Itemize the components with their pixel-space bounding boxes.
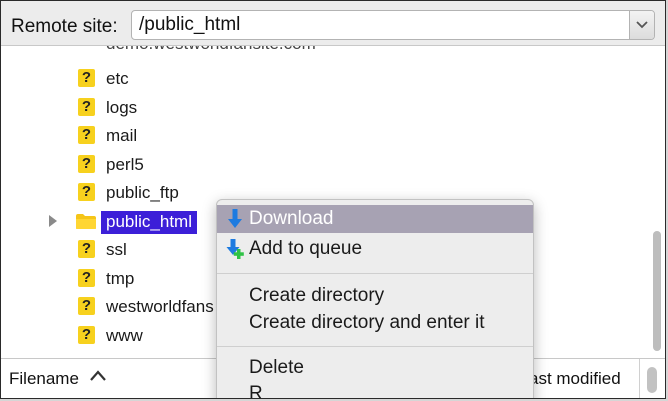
menu-item-label: Download	[249, 208, 334, 229]
unknown-question-icon: ?	[78, 183, 95, 201]
unknown-question-icon: ?	[78, 326, 95, 344]
unknown-question-icon: ?	[78, 98, 95, 116]
menu-separator	[217, 346, 533, 347]
tree-item-label: etc	[106, 69, 129, 88]
folder-icon	[76, 214, 96, 229]
remote-site-bar: Remote site: /public_html	[1, 1, 665, 45]
menu-item-rename[interactable]: R	[217, 380, 533, 399]
tree-item-label: www	[106, 326, 143, 345]
menu-item-label: R	[249, 383, 263, 399]
menu-item-label: Create directory	[249, 285, 385, 306]
tree-item-label: westworldfans	[106, 297, 214, 316]
unknown-question-icon: ?	[78, 297, 95, 315]
download-arrow-icon	[228, 209, 242, 228]
add-to-queue-icon	[226, 239, 244, 259]
unknown-question-icon: ?	[78, 126, 95, 144]
expand-triangle-icon[interactable]	[47, 214, 59, 228]
chevron-down-icon	[636, 21, 648, 29]
sort-ascending-chevron-icon[interactable]	[89, 368, 107, 384]
tree-item-label: demo.westworldfansite.com	[106, 46, 316, 54]
filezilla-remote-pane: Remote site: /public_html demo.westworld…	[0, 0, 666, 399]
menu-item-create-directory-and-enter[interactable]: Create directory and enter it	[217, 309, 533, 337]
column-header-filename[interactable]: Filename	[9, 369, 79, 389]
menu-item-label: Create directory and enter it	[249, 312, 485, 333]
remote-site-combobox[interactable]: /public_html	[131, 10, 655, 40]
menu-item-delete[interactable]: Delete	[217, 354, 533, 382]
unknown-question-icon: ?	[78, 269, 95, 287]
tree-item-label: mail	[106, 126, 138, 145]
remote-site-dropdown-button[interactable]	[629, 11, 654, 39]
file-list-scrollbar[interactable]	[647, 367, 657, 393]
remote-site-path[interactable]: /public_html	[139, 14, 240, 36]
unknown-question-icon: ?	[78, 240, 95, 258]
tree-item-label: tmp	[106, 269, 135, 288]
column-divider	[639, 359, 640, 398]
remote-site-label: Remote site:	[11, 16, 118, 37]
context-menu: Download Add to queue Create directory C…	[216, 199, 534, 399]
tree-item-logs[interactable]: ? logs	[1, 94, 641, 121]
tree-item-label: ssl	[106, 240, 127, 259]
menu-item-download[interactable]: Download	[217, 205, 533, 233]
menu-separator	[217, 273, 533, 274]
tree-item-mail[interactable]: ? mail	[1, 122, 641, 149]
menu-item-create-directory[interactable]: Create directory	[217, 282, 533, 310]
tree-scrollbar[interactable]	[653, 231, 661, 351]
tree-item-perl5[interactable]: ? perl5	[1, 151, 641, 178]
tree-item-label: perl5	[106, 155, 144, 174]
tree-item-label: public_html	[101, 211, 197, 234]
tree-item-etc[interactable]: ? etc	[1, 65, 641, 92]
column-header-last-modified[interactable]: ast modified	[529, 369, 621, 389]
tree-item-label: logs	[106, 98, 138, 117]
menu-item-label: Add to queue	[249, 238, 363, 259]
unknown-question-icon: ?	[78, 69, 95, 87]
tree-item-label: public_ftp	[106, 183, 179, 202]
unknown-question-icon: ?	[78, 155, 95, 173]
menu-item-label: Delete	[249, 357, 304, 378]
menu-item-add-to-queue[interactable]: Add to queue	[217, 235, 533, 263]
